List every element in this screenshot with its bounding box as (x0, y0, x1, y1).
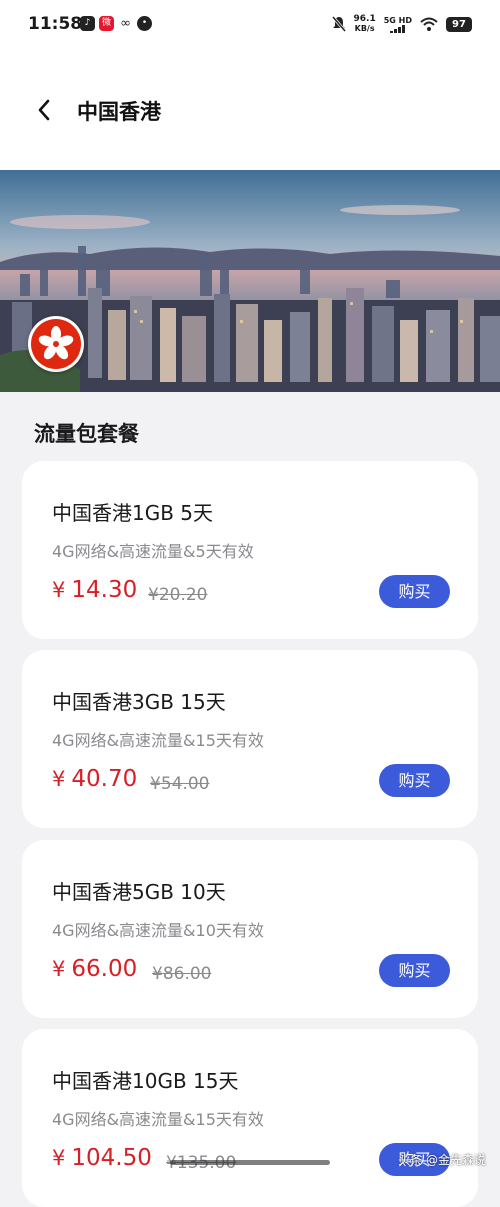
price-value: 14.30 (71, 577, 138, 603)
net-speed: 96.1 KB/s (353, 14, 376, 33)
buy-button[interactable]: 购买 (379, 575, 450, 608)
hong-kong-flag-icon (28, 316, 84, 372)
plan-card[interactable]: 中国香港10GB 15天 4G网络&高速流量&15天有效 ¥104.50 ¥13… (22, 1029, 478, 1207)
plan-description: 4G网络&高速流量&15天有效 (52, 1110, 264, 1129)
signal-group: 5G HD (384, 16, 412, 33)
header: 中国香港 (0, 52, 500, 170)
status-bar: 11:58 ♪ 微 ∞ • 96.1 KB/s 5G HD 97 (0, 0, 500, 52)
plan-title: 中国香港5GB 10天 (52, 880, 226, 904)
bell-off-icon (331, 16, 346, 32)
plan-price: ¥66.00 (52, 956, 137, 982)
back-button[interactable] (26, 92, 62, 128)
plan-title: 中国香港10GB 15天 (52, 1069, 239, 1093)
original-price: ¥54.00 (150, 774, 210, 794)
currency-symbol: ¥ (52, 578, 66, 602)
price-value: 40.70 (71, 766, 138, 792)
currency-symbol: ¥ (52, 957, 66, 981)
douyin-icon: ♪ (80, 16, 95, 31)
page-title: 中国香港 (77, 100, 161, 124)
link-icon: ∞ (120, 16, 131, 31)
plan-description: 4G网络&高速流量&5天有效 (52, 542, 254, 561)
plan-card[interactable]: 中国香港5GB 10天 4G网络&高速流量&10天有效 ¥66.00 ¥86.0… (22, 840, 478, 1018)
battery-indicator: 97 (446, 16, 472, 32)
plan-card[interactable]: 中国香港3GB 15天 4G网络&高速流量&15天有效 ¥40.70 ¥54.0… (22, 650, 478, 828)
buy-button[interactable]: 购买 (379, 764, 450, 797)
cell-signal-icon (389, 24, 405, 33)
plan-price: ¥14.30 (52, 577, 137, 603)
plan-title: 中国香港1GB 5天 (52, 501, 214, 525)
message-icon: • (137, 16, 152, 31)
original-price: ¥86.00 (152, 964, 212, 984)
original-price: ¥20.20 (148, 585, 208, 605)
plan-description: 4G网络&高速流量&15天有效 (52, 731, 264, 750)
wifi-icon (420, 17, 438, 31)
plan-title: 中国香港3GB 15天 (52, 690, 226, 714)
currency-symbol: ¥ (52, 1146, 66, 1170)
price-value: 66.00 (71, 956, 138, 982)
status-time: 11:58 (28, 14, 83, 34)
section-title: 流量包套餐 (34, 422, 139, 446)
status-right: 96.1 KB/s 5G HD 97 (331, 14, 472, 34)
plan-card[interactable]: 中国香港1GB 5天 4G网络&高速流量&5天有效 ¥14.30 ¥20.20 … (22, 461, 478, 639)
network-type: 5G HD (383, 15, 412, 25)
weibo-icon: 微 (99, 16, 114, 31)
chevron-left-icon (38, 99, 50, 121)
currency-symbol: ¥ (52, 767, 66, 791)
status-app-icons: ♪ 微 ∞ • (80, 16, 152, 31)
plan-price: ¥40.70 (52, 766, 137, 792)
home-indicator[interactable] (170, 1160, 330, 1165)
watermark: 头条 @金先森说 (398, 1153, 486, 1167)
buy-button[interactable]: 购买 (379, 954, 450, 987)
price-value: 104.50 (71, 1145, 152, 1171)
bauhinia-icon (31, 319, 81, 369)
plan-description: 4G网络&高速流量&10天有效 (52, 921, 264, 940)
plan-price: ¥104.50 (52, 1145, 152, 1171)
